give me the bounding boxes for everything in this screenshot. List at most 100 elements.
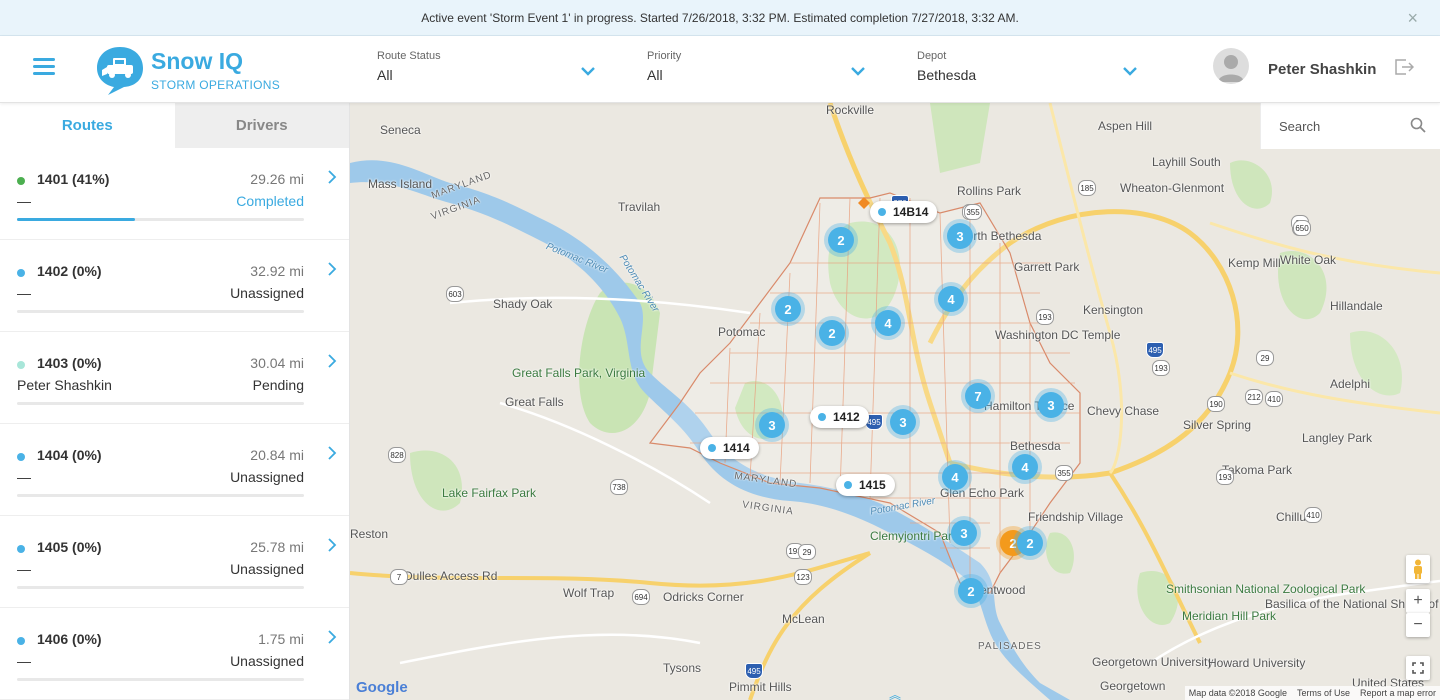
route-id: 1404 (0%)	[37, 447, 102, 463]
route-marker[interactable]: 1412	[810, 406, 869, 428]
map-place-label: Georgetown	[1100, 679, 1166, 693]
route-cluster[interactable]: 7	[965, 383, 991, 409]
report-error-link[interactable]: Report a map error	[1360, 688, 1436, 698]
map-place-label: Wolf Trap	[563, 586, 615, 600]
route-cluster[interactable]: 3	[951, 520, 977, 546]
route-driver: Peter Shashkin	[17, 377, 112, 393]
route-cluster[interactable]: 4	[875, 310, 901, 336]
route-row[interactable]: 1401 (41%) 29.26 mi — Completed	[0, 148, 349, 240]
sidebar-tabs: Routes Drivers	[0, 103, 349, 148]
route-status: Pending	[252, 377, 304, 393]
route-status-dot	[17, 269, 25, 277]
route-status: Unassigned	[230, 469, 304, 485]
map-place-label: Lake Fairfax Park	[442, 486, 537, 500]
map-view[interactable]: Rockville Seneca Aspen Hill Layhill South Ro…	[350, 103, 1440, 700]
filter-value: Bethesda	[917, 67, 977, 83]
map-place-label: Tysons	[663, 661, 702, 675]
route-row[interactable]: 1404 (0%) 20.84 mi — Unassigned	[0, 424, 349, 516]
route-progress-fill	[17, 218, 135, 221]
route-row[interactable]: 1406 (0%) 1.75 mi — Unassigned	[0, 608, 349, 700]
search-icon[interactable]	[1410, 117, 1426, 133]
map-place-label: McLean	[782, 612, 825, 626]
route-row[interactable]: 1403 (0%) 30.04 mi Peter Shashkin Pending	[0, 332, 349, 424]
route-driver: —	[17, 193, 31, 209]
route-cluster[interactable]: 3	[759, 412, 785, 438]
route-cluster[interactable]: 3	[890, 409, 916, 435]
map-place-label: Smithsonian National Zoological Park	[1166, 582, 1366, 596]
route-driver: —	[17, 653, 31, 669]
map-place-label: Washington DC Temple	[995, 328, 1121, 342]
priority-select[interactable]: Priority All	[647, 50, 865, 94]
route-progress-bar	[17, 678, 304, 681]
hamburger-icon[interactable]	[33, 58, 55, 76]
map-place-label: Reston	[350, 527, 389, 541]
map-place-label: Dulles Access Rd	[404, 569, 498, 583]
tab-drivers[interactable]: Drivers	[174, 103, 349, 148]
depot-select[interactable]: Depot Bethesda	[917, 50, 1137, 94]
route-progress-bar	[17, 494, 304, 497]
route-shield-icon: 193	[1152, 360, 1170, 376]
route-marker[interactable]: 14B14	[870, 201, 938, 223]
route-shield-icon: 828	[388, 447, 406, 463]
zoom-in-button[interactable]: +	[1406, 589, 1430, 613]
user-avatar-icon[interactable]	[1213, 48, 1249, 84]
chevron-right-icon	[328, 630, 337, 644]
map-place-label: Kemp Mill	[1228, 256, 1281, 270]
pegman-icon[interactable]	[1406, 555, 1430, 583]
map-place-label: Adelphi	[1330, 377, 1371, 391]
map-place-label: Chevy Chase	[1087, 404, 1160, 418]
map-place-label: Friendship Village	[1028, 510, 1124, 524]
fullscreen-icon[interactable]	[1406, 656, 1430, 680]
tab-routes[interactable]: Routes	[0, 103, 175, 148]
route-cluster[interactable]: 4	[938, 286, 964, 312]
route-row[interactable]: 1405 (0%) 25.78 mi — Unassigned	[0, 516, 349, 608]
logout-icon[interactable]	[1394, 58, 1414, 76]
map-place-label: Layhill South	[1152, 155, 1221, 169]
route-shield-icon: 603	[446, 286, 464, 302]
zoom-out-button[interactable]: −	[1406, 613, 1430, 637]
route-distance: 1.75 mi	[258, 631, 304, 647]
map-place-label: Garrett Park	[1014, 260, 1080, 274]
route-distance: 30.04 mi	[250, 355, 304, 371]
route-driver: —	[17, 285, 31, 301]
filter-value: All	[647, 67, 663, 83]
route-cluster[interactable]: 2	[828, 227, 854, 253]
route-cluster[interactable]: 2	[775, 296, 801, 322]
brand-title: Snow IQ	[151, 48, 243, 74]
map-place-label: Pimmit Hills	[729, 680, 792, 694]
map-place-label: Seneca	[380, 123, 421, 137]
route-status-select[interactable]: Route Status All	[377, 50, 595, 94]
map-place-label: Travilah	[618, 200, 661, 214]
close-icon[interactable]: ×	[1407, 9, 1418, 27]
route-marker[interactable]: 1414	[700, 437, 759, 459]
route-cluster[interactable]: 4	[1012, 454, 1038, 480]
chevron-right-icon	[328, 354, 337, 368]
route-marker[interactable]: 1415	[836, 474, 895, 496]
route-cluster[interactable]: 3	[947, 223, 973, 249]
brand-subtitle: STORM OPERATIONS	[151, 78, 281, 92]
route-id: 1402 (0%)	[37, 263, 102, 279]
map-place-label: White Oak	[1280, 253, 1337, 267]
route-cluster[interactable]: 2	[958, 578, 984, 604]
route-id: 1405 (0%)	[37, 539, 102, 555]
route-shield-icon: 410	[1265, 391, 1283, 407]
route-cluster[interactable]: 2	[819, 320, 845, 346]
route-id: 1406 (0%)	[37, 631, 102, 647]
route-status: Unassigned	[230, 285, 304, 301]
route-distance: 29.26 mi	[250, 171, 304, 187]
terms-link[interactable]: Terms of Use	[1297, 688, 1350, 698]
map-data-credit: Map data ©2018 Google	[1188, 688, 1287, 698]
chevron-up-icon[interactable]: ︽	[880, 686, 910, 700]
route-cluster[interactable]: 2	[1017, 530, 1043, 556]
map-place-label: Odricks Corner	[663, 590, 744, 604]
interstate-shield-icon: 495	[745, 663, 763, 679]
route-cluster[interactable]: 3	[1038, 392, 1064, 418]
map-place-label: Langley Park	[1302, 431, 1373, 445]
route-row[interactable]: 1402 (0%) 32.92 mi — Unassigned	[0, 240, 349, 332]
route-shield-icon: 694	[632, 589, 650, 605]
route-cluster[interactable]: 4	[942, 464, 968, 490]
interstate-shield-icon: 495	[1146, 342, 1164, 358]
route-progress-bar	[17, 218, 304, 221]
event-banner: Active event 'Storm Event 1' in progress…	[0, 0, 1440, 36]
route-status: Unassigned	[230, 653, 304, 669]
